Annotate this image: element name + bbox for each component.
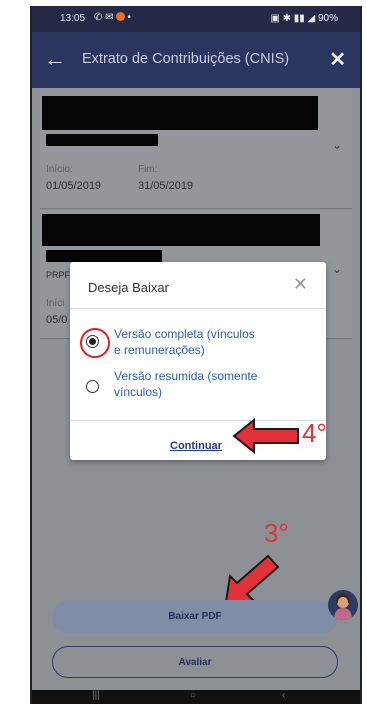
dialog-title: Deseja Baixar	[88, 280, 169, 295]
status-bar: 13:05 ✆ ✉ • ▣ ✱ ▮▮ ◢ 90%	[32, 6, 360, 32]
chevron-down-icon[interactable]: ⌄	[332, 138, 342, 152]
option-summary-label[interactable]: Versão resumida (somente vínculos)	[114, 368, 284, 400]
system-nav-bar: ||| ○ ‹	[32, 690, 360, 704]
recent-apps-icon[interactable]: |||	[92, 690, 100, 701]
step-3-label: 3°	[264, 518, 289, 548]
page-title: Extrato de Contribuições (CNIS)	[82, 51, 290, 67]
avatar[interactable]	[328, 590, 358, 620]
download-pdf-button[interactable]: Baixar PDF	[52, 600, 338, 634]
card-partial-text: PRPF	[46, 270, 71, 280]
redacted-block	[46, 134, 158, 146]
status-time: 13:05	[60, 13, 86, 24]
red-arrow-left-icon	[232, 417, 299, 455]
close-icon[interactable]: ✕	[293, 274, 308, 295]
step-4-label: 4°	[302, 418, 327, 448]
battery-indicator: ▣ ✱ ▮▮ ◢ 90%	[270, 13, 338, 24]
phone-screen: 13:05 ✆ ✉ • ▣ ✱ ▮▮ ◢ 90% ← Extrato de Co…	[30, 6, 362, 704]
start-label: Iníci	[46, 298, 65, 309]
start-label: Início:	[46, 164, 73, 175]
divider	[70, 308, 326, 309]
start-date: 01/05/2019	[46, 180, 102, 192]
close-icon[interactable]: ✕	[329, 47, 346, 72]
end-label: Fim:	[138, 164, 158, 175]
contribution-card-1[interactable]: ⌄ Início: 01/05/2019 Fim: 31/05/2019	[40, 88, 352, 209]
end-date: 31/05/2019	[138, 180, 194, 192]
radio-summary[interactable]	[86, 380, 99, 393]
back-icon[interactable]: ‹	[282, 690, 285, 701]
redacted-block	[46, 250, 162, 262]
rate-button[interactable]: Avaliar	[52, 646, 338, 678]
red-arrow-down-left-icon	[224, 554, 280, 604]
radio-complete[interactable]	[86, 335, 99, 348]
redacted-block	[42, 214, 320, 246]
back-arrow-icon[interactable]: ←	[44, 46, 66, 72]
home-icon[interactable]: ○	[190, 690, 196, 701]
app-bar: ← Extrato de Contribuições (CNIS) ✕	[32, 32, 360, 88]
start-date: 05/0	[46, 314, 68, 326]
option-complete-label[interactable]: Versão completa (vínculos e remunerações…	[114, 326, 284, 358]
chevron-down-icon[interactable]: ⌄	[332, 262, 342, 276]
redacted-block	[42, 96, 318, 130]
notification-icons: ✆ ✉ •	[94, 12, 131, 23]
continue-link[interactable]: Continuar	[170, 440, 222, 452]
